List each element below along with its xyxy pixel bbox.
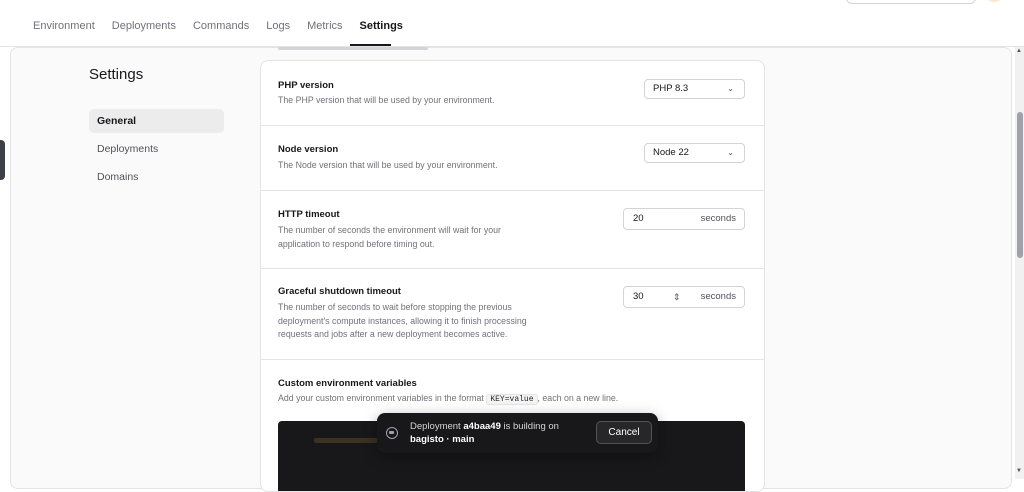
editor-gutter: [286, 437, 300, 445]
php-version-select[interactable]: PHP 8.3 ⌄: [644, 79, 745, 99]
settings-sidebar: General Deployments Domains: [89, 109, 224, 193]
node-version-row: Node version The Node version that will …: [261, 126, 764, 191]
deployment-status-icon: [386, 427, 398, 439]
tab-logs[interactable]: Logs: [266, 20, 290, 32]
tab-deployments[interactable]: Deployments: [112, 20, 176, 32]
php-version-row: PHP version The PHP version that will be…: [261, 61, 764, 126]
graceful-shutdown-description: The number of seconds to wait before sto…: [278, 301, 527, 342]
toast-middle: is building on: [503, 421, 559, 432]
http-timeout-value: 20: [633, 213, 644, 224]
chevron-down-icon: ⌄: [727, 148, 734, 157]
env-vars-description-suffix: , each on a new line.: [537, 393, 619, 403]
node-version-value: Node 22: [653, 147, 689, 158]
graceful-shutdown-description-line: The number of seconds to wait before sto…: [278, 302, 512, 312]
chevron-down-icon: ⌄: [727, 84, 734, 93]
tab-environment[interactable]: Environment: [33, 20, 95, 32]
stepper-arrows-icon[interactable]: ⇕: [673, 287, 681, 307]
graceful-shutdown-description-line: requests and jobs after a new deployment…: [278, 329, 508, 339]
http-timeout-title: HTTP timeout: [278, 209, 340, 220]
graceful-shutdown-description-line: deployment's compute instances, allowing…: [278, 315, 527, 326]
node-version-description: The Node version that will be used by yo…: [278, 160, 498, 170]
deployment-commit: a4baa49: [463, 421, 501, 432]
php-version-value: PHP 8.3: [653, 83, 689, 94]
clipped-text-above: [278, 47, 478, 51]
env-vars-description: Add your custom environment variables in…: [278, 392, 618, 407]
avatar[interactable]: [985, 0, 1003, 2]
node-version-select[interactable]: Node 22 ⌄: [644, 143, 745, 163]
http-timeout-description: The number of seconds the environment wi…: [278, 224, 501, 251]
env-vars-format-code: KEY=value: [486, 394, 538, 405]
node-version-title: Node version: [278, 144, 339, 155]
graceful-shutdown-unit: seconds: [700, 291, 736, 302]
scrollbar-thumb[interactable]: [1017, 112, 1023, 258]
graceful-shutdown-value: 30: [633, 291, 644, 302]
top-search-input[interactable]: [846, 0, 976, 4]
page-title: Settings: [89, 66, 144, 83]
php-version-description: The PHP version that will be used by you…: [278, 95, 495, 105]
http-timeout-description-line: The number of seconds the environment wi…: [278, 225, 501, 235]
sidebar-item-general[interactable]: General: [89, 109, 224, 133]
toast-prefix: Deployment: [410, 421, 461, 432]
http-timeout-input[interactable]: 20 seconds: [623, 208, 745, 230]
left-edge-handle: [0, 140, 5, 180]
graceful-shutdown-input[interactable]: 30 ⇕ seconds: [623, 286, 745, 308]
http-timeout-unit: seconds: [700, 213, 736, 224]
tab-settings[interactable]: Settings: [360, 20, 403, 32]
graceful-shutdown-row: Graceful shutdown timeout The number of …: [261, 269, 764, 360]
env-vars-title: Custom environment variables: [278, 378, 417, 389]
deployment-target: bagisto · main: [410, 434, 475, 445]
deployment-toast-message: Deployment a4baa49 is building on bagist…: [410, 420, 559, 446]
tab-metrics[interactable]: Metrics: [307, 20, 342, 32]
sidebar-item-domains[interactable]: Domains: [89, 165, 224, 189]
sidebar-item-deployments[interactable]: Deployments: [89, 137, 224, 161]
tab-bar: Environment Deployments Commands Logs Me…: [33, 20, 420, 32]
deployment-toast: Deployment a4baa49 is building on bagist…: [377, 413, 658, 453]
http-timeout-description-line: application to respond before timing out…: [278, 238, 435, 249]
php-version-title: PHP version: [278, 80, 334, 91]
env-vars-description-text: Add your custom environment variables in…: [278, 393, 484, 403]
scroll-up-icon[interactable]: ▲: [1016, 48, 1022, 54]
scroll-down-icon[interactable]: ▼: [1016, 468, 1022, 474]
graceful-shutdown-title: Graceful shutdown timeout: [278, 286, 401, 297]
top-navigation: Environment Deployments Commands Logs Me…: [0, 0, 1024, 46]
http-timeout-row: HTTP timeout The number of seconds the e…: [261, 191, 764, 269]
cancel-deployment-button[interactable]: Cancel: [596, 421, 652, 444]
tab-commands[interactable]: Commands: [193, 20, 249, 32]
